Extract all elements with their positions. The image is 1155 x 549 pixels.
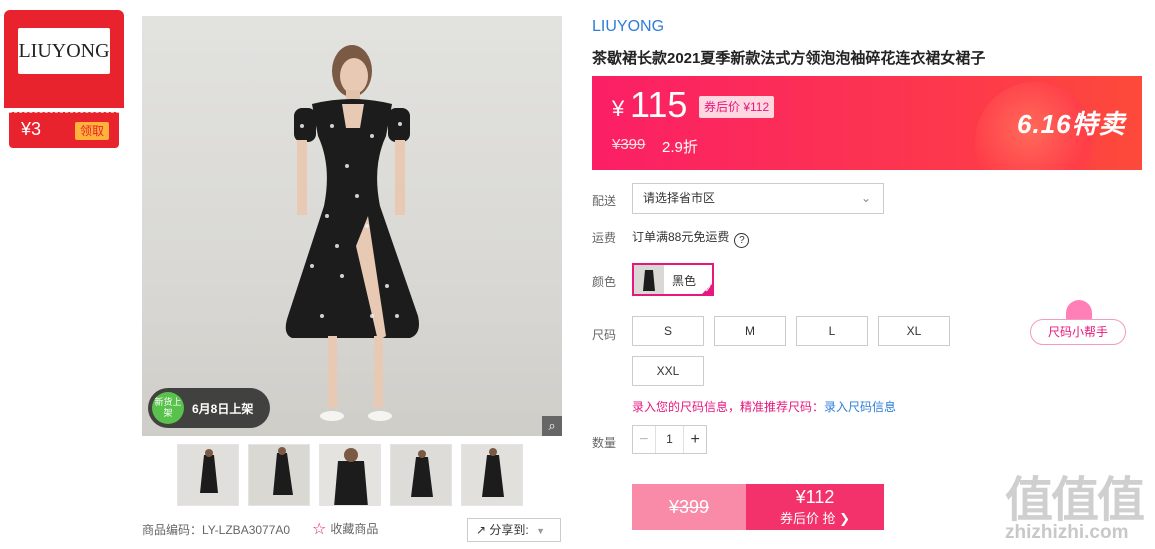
thumbnail-4[interactable] (390, 444, 452, 506)
store-badge[interactable]: LIUYONG (4, 10, 124, 108)
original-price: ¥399 (612, 136, 646, 153)
favorite-button[interactable]: ☆ 收藏商品 (312, 519, 378, 539)
quantity-stepper[interactable]: − 1 + (632, 425, 707, 454)
promo-label: 6.16特卖 (1017, 109, 1126, 139)
color-label: 颜色 (592, 275, 617, 289)
coupon-claim-button[interactable]: 领取 (75, 122, 109, 140)
after-coupon-price: 券后价 ¥112 (699, 96, 775, 118)
coupon-amount: ¥3 (21, 119, 42, 139)
share-icon: ↗ (476, 523, 487, 537)
thumbnail-image (320, 445, 380, 505)
currency-symbol: ¥ (612, 96, 625, 121)
launch-date-text: 6月8日上架 (192, 402, 254, 416)
store-coupon[interactable]: ¥3 领取 (9, 112, 119, 148)
delivery-label: 配送 (592, 194, 617, 208)
size-option-m[interactable]: M (714, 316, 786, 346)
watermark: 值值值 zhizhizhi.com (1005, 460, 1150, 545)
launch-date-badge: 新货上架 6月8日上架 (148, 388, 270, 428)
thumbnail-3[interactable] (319, 444, 381, 506)
thumbnail-image (462, 445, 522, 505)
size-option-l[interactable]: L (796, 316, 868, 346)
decrement-button[interactable]: − (633, 431, 655, 449)
thumbnail-2[interactable] (248, 444, 310, 506)
share-label: 分享到: (489, 523, 529, 537)
increment-button[interactable]: + (684, 431, 706, 449)
star-icon: ☆ (312, 521, 327, 538)
size-helper-button[interactable]: 尺码小帮手 (1030, 319, 1126, 345)
size-info-prompt: 录入您的尺码信息，精准推荐尺码：录入尺码信息 (632, 398, 896, 415)
check-icon: ✓ (704, 284, 712, 294)
region-select-value: 请选择省市区 (643, 191, 716, 205)
shipping-text: 订单满88元免运费 (632, 230, 730, 244)
quantity-label: 数量 (592, 436, 617, 450)
question-icon[interactable]: ? (734, 233, 750, 248)
share-button[interactable]: ↗ 分享到: ▼ (467, 518, 561, 542)
magnifier-icon: ⌕ (548, 418, 556, 433)
color-option-label: 黑色 (672, 274, 697, 288)
price-panel: ¥ 115 券后价 ¥112 ¥399 2.9折 6.16特卖 (592, 76, 1142, 170)
region-select[interactable]: 请选择省市区 ⌄ (632, 183, 884, 214)
discount-rate: 2.9折 (662, 139, 698, 156)
size-info-link[interactable]: 录入尺码信息 (824, 400, 896, 414)
color-swatch-image (634, 265, 664, 294)
size-option-xxl[interactable]: XXL (632, 356, 704, 386)
color-option-black[interactable]: 黑色 ✓ (632, 263, 714, 296)
watermark-domain: zhizhizhi.com (1005, 522, 1129, 543)
quantity-value[interactable]: 1 (654, 426, 685, 453)
store-logo: LIUYONG (18, 28, 110, 74)
size-label: 尺码 (592, 328, 617, 342)
model-photo (285, 45, 419, 421)
thumbnail-image (178, 445, 238, 505)
main-product-image[interactable]: ⌕ (142, 16, 562, 436)
size-info-text: 录入您的尺码信息，精准推荐尺码： (632, 400, 825, 414)
buy-price: ¥112 (795, 487, 835, 507)
buy-now-button[interactable]: ¥112 券后价 抢 ❯ (746, 484, 884, 530)
thumbnail-image (249, 445, 309, 505)
zoom-button[interactable]: ⌕ (542, 416, 562, 436)
current-price: 115 (630, 84, 688, 125)
size-option-s[interactable]: S (632, 316, 704, 346)
thumbnail-1[interactable] (177, 444, 239, 506)
watermark-logo: 值值值 (1005, 474, 1145, 527)
original-price-button[interactable]: ¥399 (632, 484, 746, 530)
product-sku: 商品编码：LY-LZBA3077A0 (142, 523, 291, 537)
shipping-info: 订单满88元免运费? (632, 228, 750, 248)
buy-original-price: ¥399 (668, 497, 710, 517)
new-arrival-tag: 新货上架 (152, 392, 184, 424)
brand-name[interactable]: LIUYONG (592, 18, 664, 36)
thumbnail-image (391, 445, 451, 505)
favorite-label: 收藏商品 (330, 522, 379, 536)
shipping-label: 运费 (592, 231, 617, 245)
thumbnail-5[interactable] (461, 444, 523, 506)
size-option-xl[interactable]: XL (878, 316, 950, 346)
buy-action-label: 券后价 抢 ❯ (779, 511, 851, 526)
chevron-down-icon: ⌄ (860, 191, 871, 205)
product-title: 茶歇裙长款2021夏季新款法式方领泡泡袖碎花连衣裙女裙子 (592, 50, 986, 67)
caret-down-icon: ▼ (536, 526, 546, 536)
